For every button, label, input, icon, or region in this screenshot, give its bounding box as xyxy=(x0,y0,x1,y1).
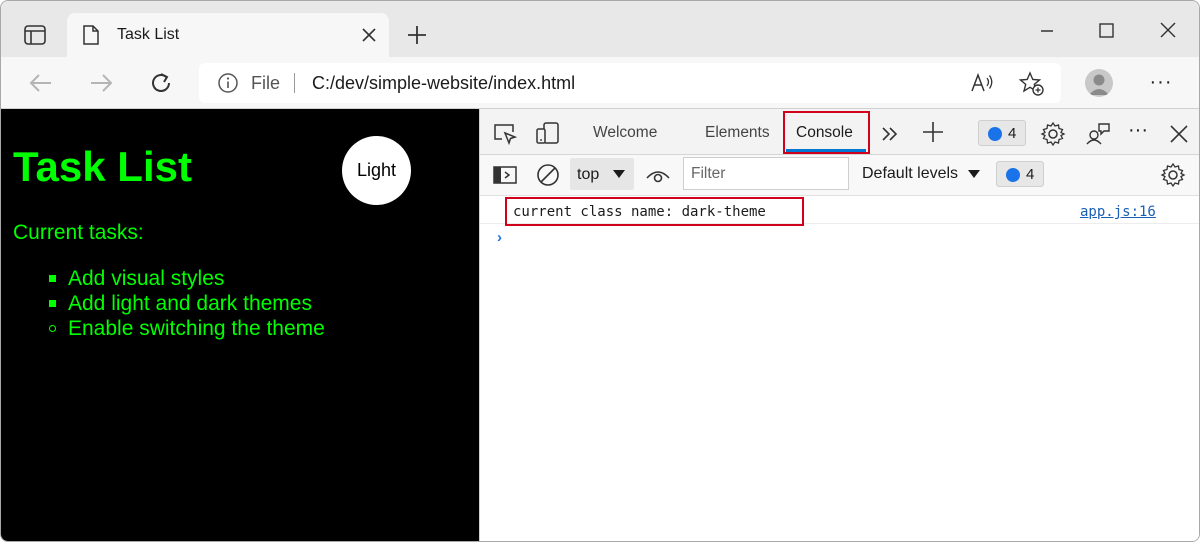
context-selector[interactable]: top xyxy=(570,158,634,190)
done-bullet-icon xyxy=(49,300,56,307)
task-item: Add light and dark themes xyxy=(49,292,325,317)
read-aloud-icon[interactable] xyxy=(969,71,995,95)
tab-elements[interactable]: Elements xyxy=(705,124,770,142)
web-page: Task List Light Current tasks: Add visua… xyxy=(1,109,479,541)
message-bubble-icon xyxy=(988,127,1002,141)
clear-console-icon[interactable] xyxy=(535,162,561,188)
tab-welcome[interactable]: Welcome xyxy=(593,124,657,142)
pending-bullet-icon xyxy=(49,325,56,332)
task-label: Add light and dark themes xyxy=(68,292,312,315)
show-sidebar-icon[interactable] xyxy=(492,162,518,188)
devtools-more-icon[interactable]: ··· xyxy=(1125,119,1151,145)
console-settings-gear-icon[interactable] xyxy=(1160,162,1186,188)
minimize-icon[interactable] xyxy=(1035,21,1059,41)
task-item: Add visual styles xyxy=(49,267,325,292)
tab-strip: Task List xyxy=(1,1,1199,58)
devtools-tab-bar: Welcome Elements Console 4 ··· xyxy=(480,109,1199,155)
console-message: current class name: dark-theme app.js:16 xyxy=(480,196,1199,226)
log-levels-dropdown[interactable]: Default levels xyxy=(862,165,958,183)
console-prompt[interactable]: › xyxy=(497,229,502,246)
close-tab-icon[interactable] xyxy=(359,25,379,45)
live-expression-eye-icon[interactable] xyxy=(645,163,671,189)
issues-badge[interactable]: 4 xyxy=(978,120,1026,146)
new-tab-icon[interactable] xyxy=(405,23,429,47)
theme-toggle-button[interactable]: Light xyxy=(342,136,411,205)
device-emulation-icon[interactable] xyxy=(535,121,561,147)
page-title: Task List xyxy=(13,143,192,190)
scheme-label: File xyxy=(251,73,281,93)
console-tab-highlight xyxy=(783,111,870,154)
info-icon[interactable] xyxy=(217,72,239,99)
console-output: current class name: dark-theme app.js:16… xyxy=(480,196,1199,541)
devtools-panel: Welcome Elements Console 4 ··· top Filte… xyxy=(479,109,1199,541)
chevron-down-icon xyxy=(613,170,625,178)
task-item: Enable switching the theme xyxy=(49,317,325,342)
address-bar[interactable]: File C:/dev/simple-website/index.html xyxy=(199,63,1061,103)
done-bullet-icon xyxy=(49,275,56,282)
close-devtools-icon[interactable] xyxy=(1166,121,1192,147)
tab-title: Task List xyxy=(117,26,180,43)
tab-task-list[interactable]: Task List xyxy=(67,13,389,58)
issues-count: 4 xyxy=(1008,125,1017,142)
context-value: top xyxy=(577,166,600,183)
page-icon xyxy=(83,25,99,50)
address-separator xyxy=(294,73,295,93)
back-arrow-icon[interactable] xyxy=(27,69,55,97)
console-filter-input[interactable] xyxy=(683,157,849,190)
source-link[interactable]: app.js:16 xyxy=(1080,204,1156,220)
navigation-bar: File C:/dev/simple-website/index.html ··… xyxy=(1,57,1199,109)
url-text[interactable]: C:/dev/simple-website/index.html xyxy=(312,73,575,94)
maximize-icon[interactable] xyxy=(1094,21,1118,41)
task-label: Add visual styles xyxy=(68,267,225,290)
tasks-heading: Current tasks: xyxy=(13,221,144,244)
refresh-icon[interactable] xyxy=(147,69,175,97)
browser-window: Task List File C:/dev/simple-website/ind… xyxy=(0,0,1200,542)
console-toolbar: top Default levels 4 xyxy=(480,155,1199,196)
task-list: Add visual styles Add light and dark the… xyxy=(49,267,325,342)
messages-count: 4 xyxy=(1026,166,1035,183)
settings-gear-icon[interactable] xyxy=(1040,121,1066,147)
more-tabs-icon[interactable] xyxy=(878,121,904,147)
add-tab-icon[interactable] xyxy=(920,119,946,145)
profile-avatar[interactable] xyxy=(1085,69,1113,97)
add-favorite-icon[interactable] xyxy=(1018,71,1045,97)
forward-arrow-icon[interactable] xyxy=(87,69,115,97)
message-bubble-icon xyxy=(1006,168,1020,182)
task-label: Enable switching the theme xyxy=(68,317,325,340)
close-window-icon[interactable] xyxy=(1156,21,1180,41)
console-message-text: current class name: dark-theme xyxy=(513,204,766,220)
more-menu-icon[interactable]: ··· xyxy=(1147,69,1175,97)
messages-badge[interactable]: 4 xyxy=(996,161,1044,187)
chevron-down-icon[interactable] xyxy=(968,170,980,178)
inspect-element-icon[interactable] xyxy=(492,121,518,147)
tab-actions-icon[interactable] xyxy=(15,21,55,49)
feedback-icon[interactable] xyxy=(1085,121,1111,147)
